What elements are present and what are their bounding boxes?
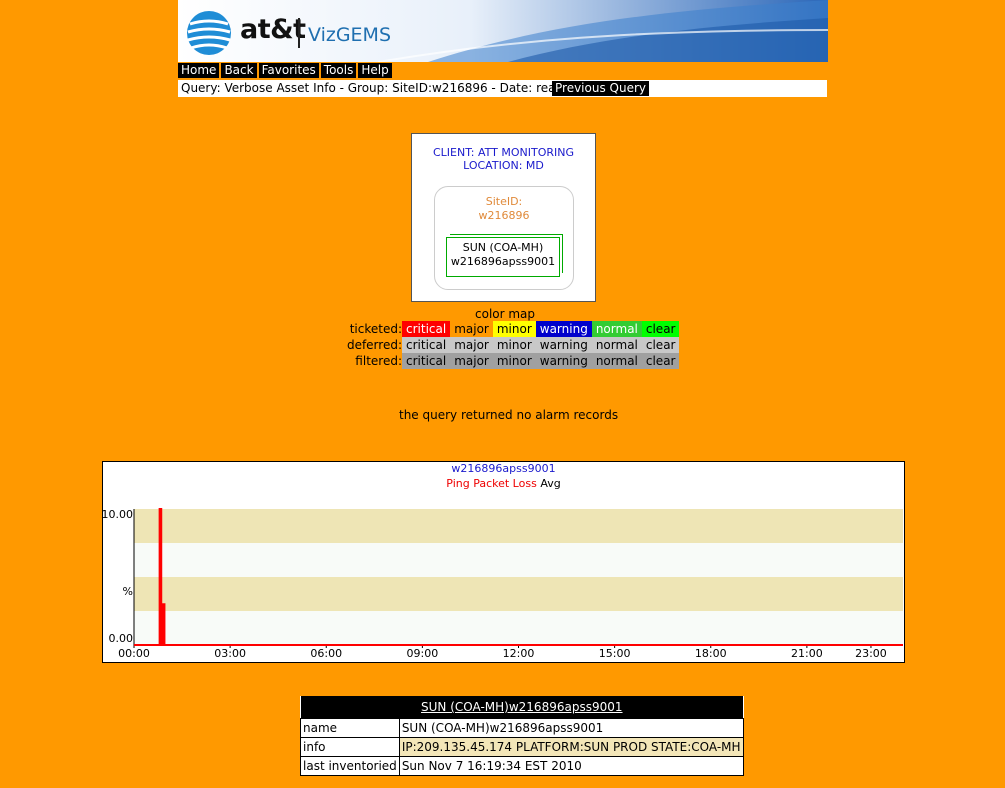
chart-title: w216896apss9001 bbox=[451, 462, 556, 475]
color-map-cell-normal: normal bbox=[591, 337, 642, 353]
site-id-value: w216896 bbox=[478, 209, 530, 222]
x-tick-label: 18:00 bbox=[695, 647, 727, 660]
chart-band bbox=[134, 611, 903, 645]
color-map-row: deferred: critical major minor warning normal… bbox=[346, 337, 680, 353]
nav-help-button[interactable]: Help bbox=[358, 63, 392, 78]
row-value-last-inventoried: Sun Nov 7 16:19:34 EST 2010 bbox=[398, 756, 744, 776]
color-map-cell-minor: minor bbox=[492, 337, 536, 353]
client-label: CLIENT: ATT MONITORING LOCATION: MD bbox=[412, 146, 595, 172]
y-tick-label-bottom: 0.00 bbox=[109, 632, 134, 645]
x-tick-label: 12:00 bbox=[503, 647, 535, 660]
packet-loss-chart: 10.00% 0.00 00:00 03:00 06:00 09:00 12:00 15:00… bbox=[102, 461, 905, 663]
asset-info-title-link[interactable]: SUN (COA-MH)w216896apss9001 bbox=[300, 696, 744, 719]
color-map-row-label: deferred: bbox=[346, 338, 402, 352]
x-tick-label: 09:00 bbox=[407, 647, 439, 660]
color-map-cell-critical: critical bbox=[402, 321, 451, 337]
row-value-name: SUN (COA-MH)w216896apss9001 bbox=[398, 718, 744, 738]
client-name: CLIENT: ATT MONITORING bbox=[433, 146, 574, 159]
product-name: VizGEMS bbox=[308, 24, 392, 46]
att-globe-icon bbox=[187, 11, 231, 55]
no-alarm-message: the query returned no alarm records bbox=[399, 408, 619, 422]
legend-suffix: Avg bbox=[540, 477, 561, 490]
row-label-info: info bbox=[300, 737, 400, 757]
client-location: LOCATION: MD bbox=[463, 159, 544, 172]
nav-back-button[interactable]: Back bbox=[221, 63, 257, 78]
site-label: SiteID: w216896 bbox=[435, 195, 573, 223]
legend-metric: Ping Packet Loss bbox=[446, 477, 537, 490]
color-map: ticketed: critical major minor warning normal… bbox=[346, 321, 680, 369]
x-tick-label: 15:00 bbox=[599, 647, 631, 660]
chart-band bbox=[134, 543, 903, 577]
nav-bar: Home Back Favorites Tools Help bbox=[178, 63, 394, 79]
row-value-info: IP:209.135.45.174 PLATFORM:SUN PROD STAT… bbox=[398, 737, 744, 757]
x-tick-label: 06:00 bbox=[310, 647, 342, 660]
chart-plot: 10.00% 0.00 00:00 03:00 06:00 09:00 12:00 15:00… bbox=[103, 508, 903, 660]
x-tick-label: 00:00 bbox=[118, 647, 150, 660]
asset-label: SUN (COA-MH) w216896apss9001 bbox=[447, 241, 559, 269]
nav-home-button[interactable]: Home bbox=[178, 63, 220, 78]
client-panel: CLIENT: ATT MONITORING LOCATION: MD Site… bbox=[411, 133, 596, 302]
x-tick-label: 03:00 bbox=[214, 647, 246, 660]
asset-info-table: SUN (COA-MH)w216896apss9001 name SUN (CO… bbox=[300, 696, 744, 776]
color-map-cell-major: major bbox=[450, 337, 493, 353]
asset-node[interactable]: SUN (COA-MH) w216896apss9001 bbox=[446, 234, 563, 277]
color-map-cell-clear: clear bbox=[641, 321, 680, 337]
banner: at&t VizGEMS bbox=[178, 0, 828, 62]
y-axis-label: % bbox=[123, 585, 133, 598]
chart-band bbox=[134, 577, 903, 611]
color-map-cell-warning: warning bbox=[535, 353, 592, 369]
color-map-row: filtered: critical major minor warning normal… bbox=[346, 353, 680, 369]
color-map-cell-normal: normal bbox=[591, 353, 642, 369]
asset-type: SUN (COA-MH) bbox=[462, 241, 544, 254]
nav-favorites-button[interactable]: Favorites bbox=[258, 63, 319, 78]
color-map-cell-major: major bbox=[450, 321, 493, 337]
asset-hostname: w216896apss9001 bbox=[450, 255, 556, 268]
x-tick-label: 23:00 bbox=[855, 647, 887, 660]
site-id-label: SiteID: bbox=[485, 195, 523, 208]
color-map-cell-normal: normal bbox=[591, 321, 642, 337]
color-map-cell-warning: warning bbox=[535, 321, 592, 337]
logo-separator bbox=[298, 18, 300, 48]
chart-legend: Ping Packet Loss Avg bbox=[103, 477, 904, 490]
brand-logo-text: at&t bbox=[240, 14, 306, 45]
color-map-cell-minor: minor bbox=[492, 321, 536, 337]
color-map-row-label: ticketed: bbox=[349, 322, 402, 336]
color-map-cell-critical: critical bbox=[402, 337, 451, 353]
color-map-cell-warning: warning bbox=[535, 337, 592, 353]
row-label-name: name bbox=[300, 718, 400, 738]
chart-band bbox=[134, 509, 903, 543]
color-map-cell-minor: minor bbox=[492, 353, 536, 369]
color-map-title: color map bbox=[475, 307, 536, 321]
color-map-cell-major: major bbox=[450, 353, 493, 369]
color-map-row-label: filtered: bbox=[355, 354, 402, 368]
color-map-cell-critical: critical bbox=[402, 353, 451, 369]
site-box: SiteID: w216896 SUN (COA-MH) w216896apss… bbox=[434, 186, 574, 290]
y-tick-label-top: 10.00 bbox=[103, 508, 133, 521]
query-bar: Query: Verbose Asset Info - Group: SiteI… bbox=[178, 80, 827, 97]
color-map-row: ticketed: critical major minor warning normal… bbox=[346, 321, 680, 337]
color-map-cell-clear: clear bbox=[641, 337, 680, 353]
color-map-cell-clear: clear bbox=[641, 353, 680, 369]
nav-tools-button[interactable]: Tools bbox=[320, 63, 357, 78]
previous-query-button[interactable]: Previous Query bbox=[552, 81, 649, 96]
x-tick-label: 21:00 bbox=[791, 647, 823, 660]
row-label-last-inventoried: last inventoried bbox=[300, 756, 400, 776]
query-description: Query: Verbose Asset Info - Group: SiteI… bbox=[181, 81, 590, 95]
